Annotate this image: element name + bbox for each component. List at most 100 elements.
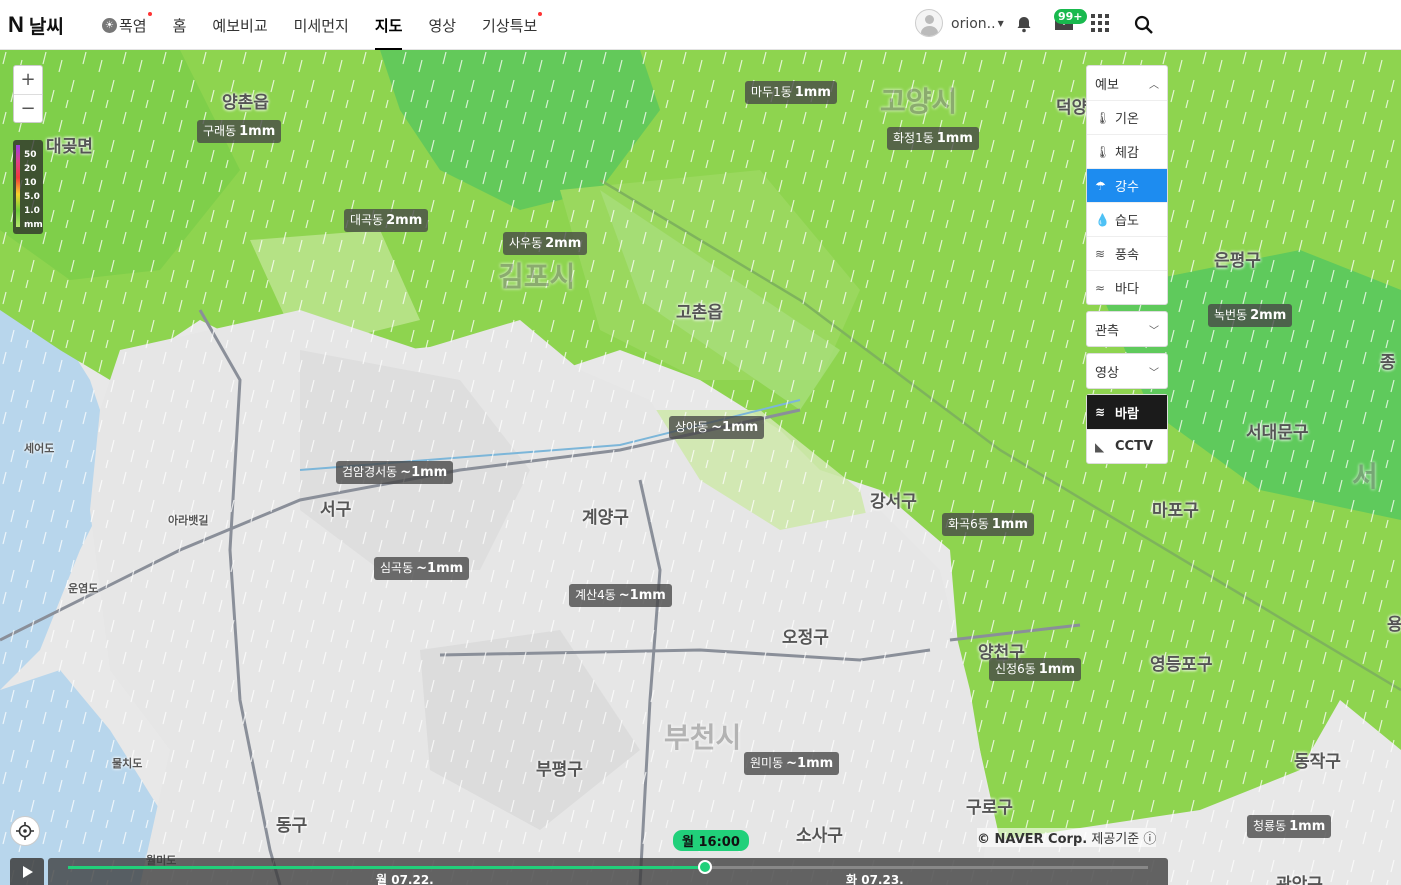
chip-value: ~1mm <box>711 420 759 435</box>
feels-like-icon: 🌡 <box>1095 144 1111 159</box>
wave-icon: ≈ <box>1095 280 1106 295</box>
place-label: 대곶면 <box>46 137 93 157</box>
place-label: 김포시 <box>498 260 576 293</box>
place-label: 서 <box>1352 460 1378 493</box>
precip-chip[interactable]: 검암경서동 ~1mm <box>336 461 454 484</box>
precip-chip[interactable]: 상야동 ~1mm <box>669 416 765 439</box>
layer-sea[interactable]: ≈ 바다 <box>1087 270 1167 304</box>
chip-value: ~1mm <box>400 465 448 480</box>
chip-dong: 구래동 <box>203 124 237 138</box>
precip-chip[interactable]: 화곡6동 1mm <box>942 513 1034 536</box>
user-name: orion.. <box>951 16 996 32</box>
chip-value: 1mm <box>794 85 831 100</box>
forecast-label: 예보 <box>1095 77 1119 93</box>
chip-value: ~1mm <box>786 756 834 771</box>
precip-chip[interactable]: 심곡동 ~1mm <box>374 557 470 580</box>
bell-icon[interactable] <box>1015 15 1033 33</box>
nav-forecast-compare[interactable]: 예보비교 <box>212 0 267 50</box>
precip-chip[interactable]: 신정6동 1mm <box>989 658 1081 681</box>
chip-dong: 원미동 <box>750 756 784 770</box>
my-location-button[interactable] <box>10 816 40 846</box>
header-tools: orion.. ▼ 99+ <box>901 0 1401 50</box>
caret-down-icon: ▼ <box>997 19 1004 28</box>
legend-unit: mm <box>24 220 43 230</box>
cctv-label: CCTV <box>1115 439 1154 454</box>
precip-chip[interactable]: 계산4동 ~1mm <box>569 584 672 607</box>
place-label: 양촌읍 <box>222 93 269 113</box>
chip-value: ~1mm <box>618 588 666 603</box>
forecast-layer-panel: 예보 ︿ 🌡 기온 🌡 체감 ☂ 강수 💧 습도 ≋ 풍속 ≈ 바다 <box>1086 65 1168 305</box>
info-icon[interactable]: ⓘ <box>1143 832 1156 847</box>
nav-fine-dust[interactable]: 미세먼지 <box>294 0 349 50</box>
place-label: 용 <box>1387 615 1401 635</box>
legend-value: 20 <box>24 164 37 174</box>
layer-label: 풍속 <box>1115 248 1139 263</box>
play-button[interactable] <box>10 858 44 885</box>
legend-color-bar <box>16 145 20 227</box>
layer-label: 기온 <box>1115 112 1139 127</box>
place-label: 서대문구 <box>1246 423 1309 443</box>
nav-heatwave[interactable]: ☀ 폭염 <box>102 0 152 50</box>
precip-legend: 50 20 10 5.0 1.0 mm <box>13 140 43 234</box>
place-label: 동구 <box>276 816 308 836</box>
chip-dong: 사우동 <box>509 236 543 250</box>
precip-chip[interactable]: 구래동 1mm <box>197 120 282 143</box>
chevron-up-icon: ︿ <box>1149 79 1159 91</box>
search-icon[interactable] <box>1134 15 1154 35</box>
timeline-date: 월 07.22. <box>376 873 434 885</box>
place-label: 마포구 <box>1152 501 1199 521</box>
place-label: 종 <box>1380 353 1396 373</box>
precip-chip[interactable]: 청룡동 1mm <box>1247 815 1332 838</box>
chip-dong: 녹번동 <box>1214 308 1248 322</box>
wind-toggle[interactable]: ≋ 바람 <box>1087 395 1167 429</box>
nav-home[interactable]: 홈 <box>173 0 187 50</box>
layer-label: 체감 <box>1115 146 1139 161</box>
naver-weather-logo[interactable]: N 날씨 <box>8 12 64 38</box>
zoom-in-button[interactable]: + <box>14 66 42 94</box>
nav-weather-warning[interactable]: 기상특보 <box>482 0 543 50</box>
main-nav: ☀ 폭염 홈 예보비교 미세먼지 지도 영상 기상특보 <box>102 0 563 50</box>
layer-precipitation[interactable]: ☂ 강수 <box>1087 168 1167 202</box>
user-menu[interactable]: orion.. ▼ <box>951 16 1004 32</box>
chip-value: 1mm <box>991 517 1028 532</box>
cctv-toggle[interactable]: ◣ CCTV <box>1087 429 1167 463</box>
legend-value: 10 <box>24 178 37 188</box>
nav-map[interactable]: 지도 <box>374 0 402 50</box>
zoom-out-button[interactable]: − <box>14 93 42 123</box>
place-label: 영등포구 <box>1150 655 1213 675</box>
chip-dong: 심곡동 <box>380 561 414 575</box>
layer-feels-like[interactable]: 🌡 체감 <box>1087 134 1167 168</box>
weather-map[interactable]: 양촌읍 대곶면 김포시 고양시 덕양 고촌읍 은평구 서대문구 마포구 종 서 … <box>0 50 1401 885</box>
precip-chip[interactable]: 원미동 ~1mm <box>744 752 840 775</box>
observation-row[interactable]: 관측 ﹀ <box>1087 312 1167 346</box>
provider-info[interactable]: 제공기준 <box>1091 832 1139 847</box>
video-dropdown[interactable]: 영상 ﹀ <box>1086 353 1168 389</box>
chip-value: 2mm <box>386 213 423 228</box>
video-label: 영상 <box>1095 365 1119 381</box>
video-row[interactable]: 영상 ﹀ <box>1087 354 1167 388</box>
map-copyright: © NAVER Corp. 제공기준 ⓘ <box>977 828 1157 847</box>
layer-wind-speed[interactable]: ≋ 풍속 <box>1087 236 1167 270</box>
place-label: 동작구 <box>1294 752 1341 772</box>
chip-dong: 신정6동 <box>995 662 1036 676</box>
place-label: 운염도 <box>68 582 99 595</box>
timeline-slider[interactable]: 월 07.22. 화 07.23. <box>48 858 1168 885</box>
observation-dropdown[interactable]: 관측 ﹀ <box>1086 311 1168 347</box>
place-label: 부평구 <box>536 760 583 780</box>
layer-humidity[interactable]: 💧 습도 <box>1087 202 1167 236</box>
nav-video[interactable]: 영상 <box>428 0 456 50</box>
precip-chip[interactable]: 대곡동 2mm <box>344 209 429 232</box>
timeline-handle[interactable] <box>698 860 713 874</box>
precip-chip[interactable]: 사우동 2mm <box>503 232 588 255</box>
precip-chip[interactable]: 마두1동 1mm <box>745 81 837 104</box>
layer-label: 강수 <box>1115 180 1139 195</box>
chip-dong: 화정1동 <box>893 131 934 145</box>
apps-grid-icon[interactable] <box>1091 14 1109 32</box>
precip-chip[interactable]: 녹번동 2mm <box>1208 304 1293 327</box>
avatar[interactable] <box>915 9 943 37</box>
precip-chip[interactable]: 화정1동 1mm <box>887 127 979 150</box>
forecast-dropdown[interactable]: 예보 ︿ <box>1087 66 1167 100</box>
thermometer-icon: 🌡 <box>1095 110 1111 125</box>
nav-label: 기상특보 <box>482 16 538 35</box>
layer-temperature[interactable]: 🌡 기온 <box>1087 100 1167 134</box>
